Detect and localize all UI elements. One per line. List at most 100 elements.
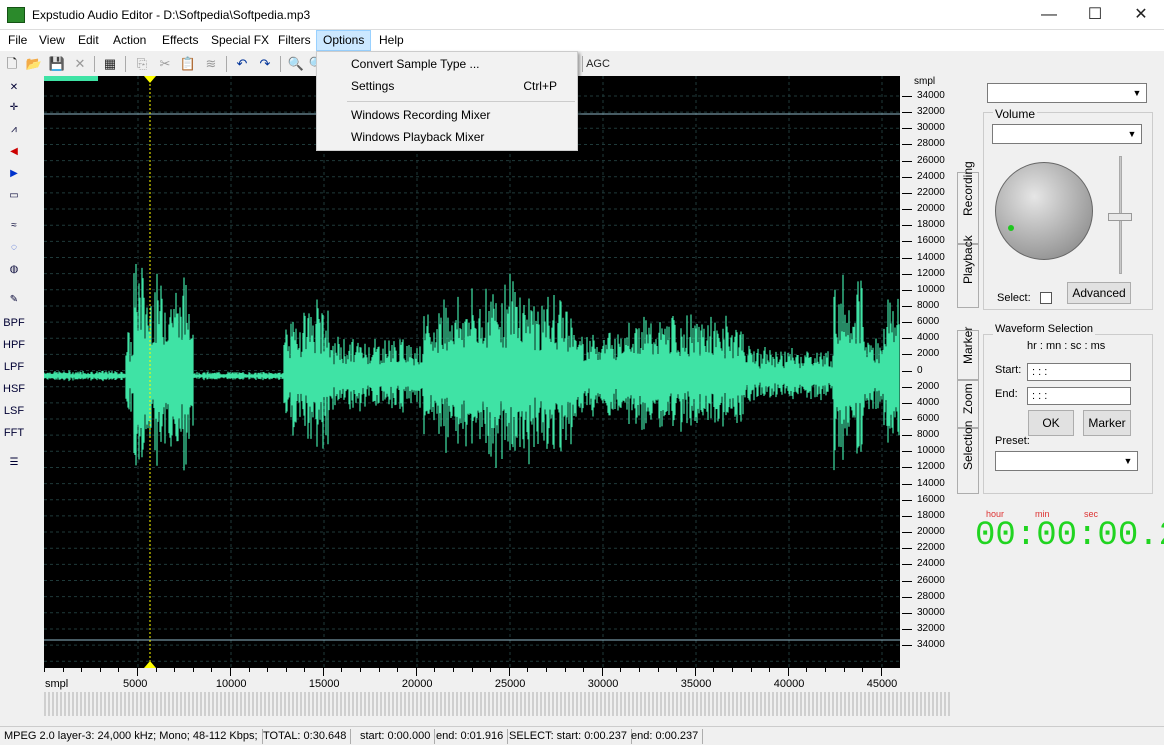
maximize-button[interactable]: ☐ — [1072, 0, 1118, 30]
balance-slider-thumb[interactable] — [1108, 213, 1132, 221]
y-tick-label: 4000 — [917, 396, 940, 408]
select-all-icon[interactable]: ✕ — [3, 78, 25, 98]
y-tick-mark — [902, 515, 912, 517]
new-file-icon[interactable]: 🗋 — [2, 54, 22, 74]
y-tick-mark — [902, 209, 912, 211]
waveform-icon[interactable]: ⩘ — [3, 120, 25, 140]
chevron-down-icon: ▼ — [1127, 129, 1137, 139]
menu-filters[interactable]: Filters — [272, 30, 317, 51]
menu-view[interactable]: View — [33, 30, 71, 51]
zoom-in-icon[interactable]: 🔍 — [286, 54, 306, 74]
lsf-filter-button[interactable]: LSF — [3, 401, 25, 421]
tab-recording[interactable]: Recording — [957, 161, 979, 244]
preset-select[interactable]: ▼ — [995, 451, 1138, 471]
tab-marker[interactable]: Marker — [957, 327, 979, 380]
menu-separator — [347, 101, 575, 102]
left-toolbar: ✕ ✛ ⩘ ◀ ▶ ▭ ≈ ◌ ◍ ✎ BPF HPF LPF HSF LSF … — [0, 76, 27, 726]
copy-icon[interactable]: ⎘ — [132, 54, 152, 74]
volume-knob[interactable] — [995, 162, 1093, 260]
reverb-icon[interactable]: ◌ — [3, 238, 25, 258]
paste-icon[interactable]: 📋 — [178, 54, 198, 74]
x-tick-label: 10000 — [215, 678, 247, 690]
menu-windows-playback-mixer[interactable]: Windows Playback Mixer — [317, 127, 577, 148]
x-minor-tick — [471, 668, 473, 672]
waveform-selection-label: Waveform Selection — [993, 323, 1096, 335]
device-select[interactable]: ▼ — [987, 83, 1147, 103]
y-tick-label: 4000 — [917, 332, 940, 344]
y-tick-label: 24000 — [917, 558, 945, 570]
y-tick-label: 10000 — [917, 445, 945, 457]
end-time-field[interactable]: : : : — [1027, 387, 1131, 405]
equalizer-icon[interactable]: ☰ — [3, 453, 25, 473]
fade-out-icon[interactable]: ▶ — [3, 164, 25, 184]
status-total: TOTAL: 0:30.648 — [259, 729, 352, 744]
agc-button[interactable]: AGC — [586, 54, 610, 74]
select-checkbox[interactable] — [1040, 292, 1052, 304]
y-tick-mark — [902, 160, 912, 162]
properties-icon[interactable]: ▦ — [100, 54, 120, 74]
x-minor-tick — [880, 668, 882, 672]
horizontal-scrollbar[interactable] — [44, 692, 950, 716]
menu-action[interactable]: Action — [107, 30, 152, 51]
toolbar: 🗋 📂 💾 ✕ ▦ ⎘ ✂ 📋 ≋ ↶ ↷ 🔍 🔍 AGC — [0, 52, 1164, 76]
waveform-canvas[interactable] — [43, 76, 900, 668]
close-button[interactable]: ✕ — [1118, 0, 1164, 30]
knob-indicator — [1008, 225, 1014, 231]
menu-convert-sample-type[interactable]: Convert Sample Type ... — [317, 54, 577, 75]
menu-file[interactable]: File — [2, 30, 33, 51]
redo-icon[interactable]: ↷ — [255, 54, 275, 74]
menu-special-fx[interactable]: Special FX — [205, 30, 275, 51]
echo-icon[interactable]: ≈ — [3, 216, 25, 236]
y-tick-label: 8000 — [917, 299, 940, 311]
app-icon — [7, 7, 25, 23]
menu-options[interactable]: Options — [316, 30, 372, 51]
marker-button[interactable]: Marker — [1083, 410, 1131, 436]
tab-playback[interactable]: Playback — [957, 235, 979, 308]
start-time-field[interactable]: : : : — [1027, 363, 1131, 381]
advanced-button[interactable]: Advanced — [1067, 282, 1131, 304]
y-tick-mark — [902, 435, 912, 437]
y-tick-label: 26000 — [917, 574, 945, 586]
lpf-filter-button[interactable]: LPF — [3, 357, 25, 377]
pitch-icon[interactable]: ✎ — [3, 290, 25, 310]
fade-in-icon[interactable]: ◀ — [3, 142, 25, 162]
y-tick-mark — [902, 564, 912, 566]
menu-windows-recording-mixer[interactable]: Windows Recording Mixer — [317, 105, 577, 126]
menu-help[interactable]: Help — [373, 30, 410, 51]
x-minor-tick — [657, 668, 659, 672]
status-bar: MPEG 2.0 layer-3: 24,000 kHz; Mono; 48-1… — [0, 726, 1164, 745]
tab-selection[interactable]: Selection — [957, 421, 979, 494]
x-minor-tick — [508, 668, 510, 672]
x-minor-tick — [694, 668, 696, 672]
open-folder-icon[interactable]: 📂 — [24, 54, 44, 74]
hpf-filter-button[interactable]: HPF — [3, 335, 25, 355]
cursor-icon[interactable]: ✛ — [3, 98, 25, 118]
playhead-bottom-marker[interactable] — [144, 661, 156, 668]
chorus-icon[interactable]: ◍ — [3, 260, 25, 280]
save-icon[interactable]: 💾 — [47, 54, 67, 74]
x-tick-label: 35000 — [680, 678, 712, 690]
normalize-icon[interactable]: ▭ — [3, 186, 25, 206]
y-tick-mark — [902, 176, 912, 178]
fft-button[interactable]: FFT — [3, 423, 25, 443]
delete-icon[interactable]: ✕ — [70, 54, 90, 74]
toolbar-separator — [582, 56, 583, 72]
toolbar-separator — [125, 56, 126, 72]
menu-effects[interactable]: Effects — [156, 30, 204, 51]
y-tick-label: 18000 — [917, 509, 945, 521]
mix-paste-icon[interactable]: ≋ — [201, 54, 221, 74]
y-tick-label: 6000 — [917, 316, 940, 328]
menu-settings[interactable]: Settings Ctrl+P — [317, 76, 577, 97]
menu-edit[interactable]: Edit — [72, 30, 105, 51]
cut-icon[interactable]: ✂ — [155, 54, 175, 74]
y-tick-mark — [902, 257, 912, 259]
waveform-display[interactable] — [43, 76, 900, 668]
bpf-filter-button[interactable]: BPF — [3, 313, 25, 333]
ok-button[interactable]: OK — [1028, 410, 1074, 436]
x-minor-tick — [99, 668, 101, 672]
volume-source-select[interactable]: ▼ — [992, 124, 1142, 144]
hsf-filter-button[interactable]: HSF — [3, 379, 25, 399]
minimize-button[interactable]: — — [1026, 0, 1072, 30]
playhead-top-marker[interactable] — [144, 76, 156, 83]
undo-icon[interactable]: ↶ — [232, 54, 252, 74]
